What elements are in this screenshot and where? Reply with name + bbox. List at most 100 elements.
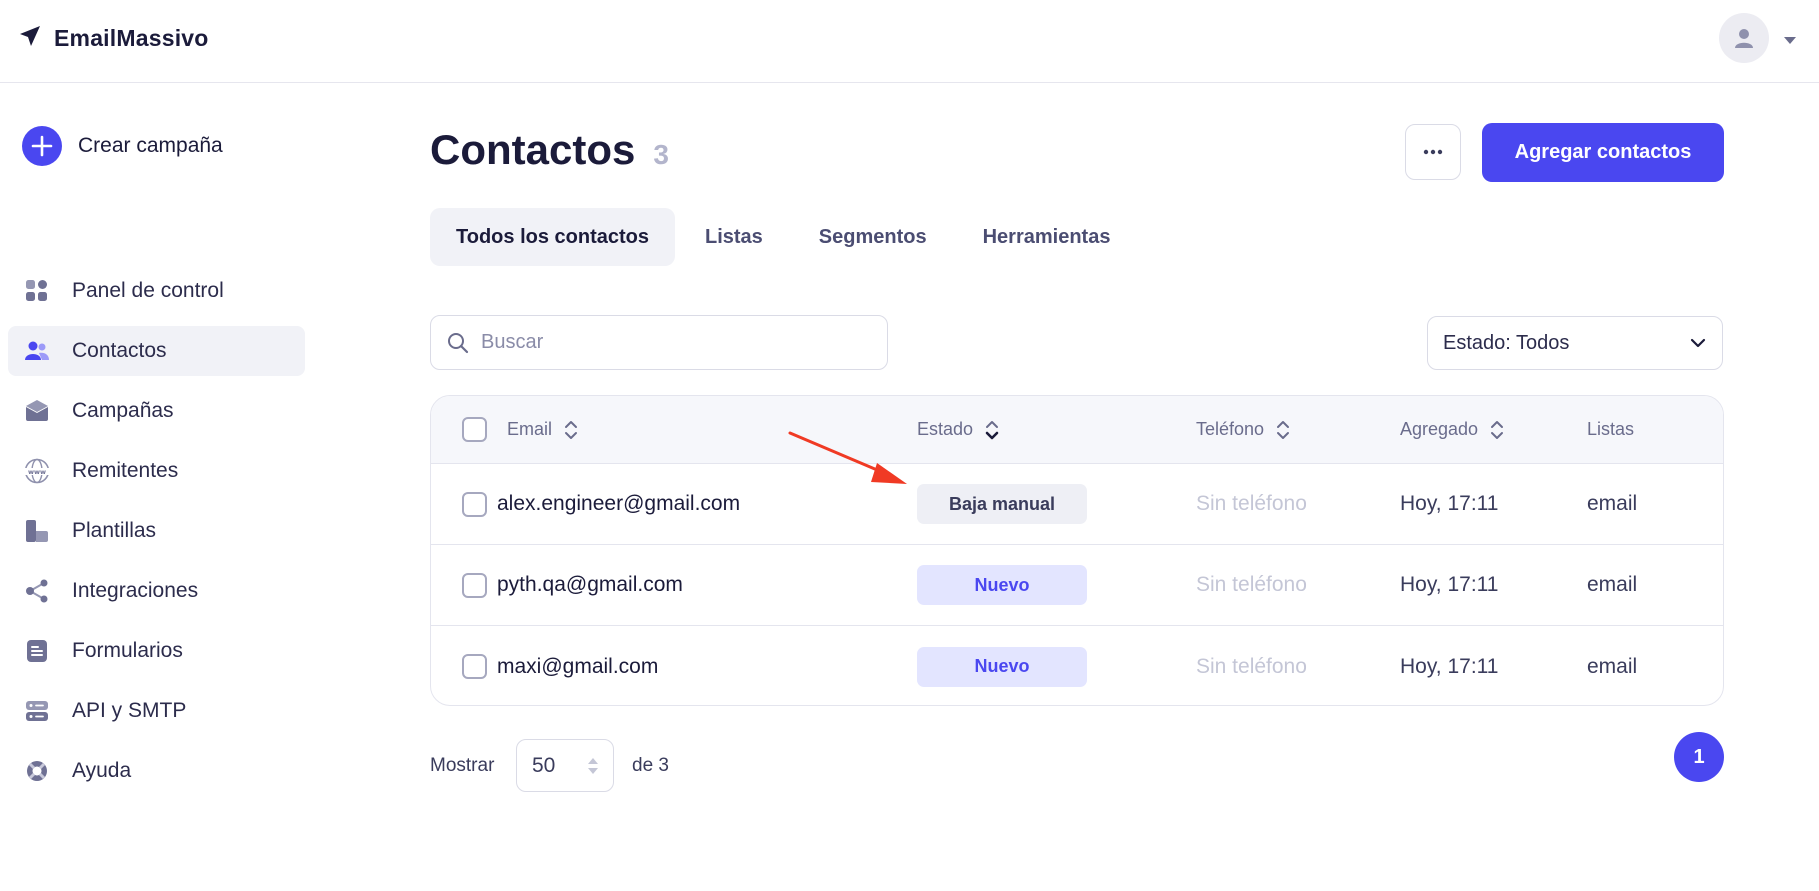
annotation-arrow	[788, 431, 907, 484]
tab-segments[interactable]: Segmentos	[793, 208, 953, 266]
sort-icon	[985, 419, 999, 441]
lists-cell: email	[1587, 626, 1638, 705]
contact-email[interactable]: pyth.qa@gmail.com	[497, 573, 683, 597]
search-input[interactable]	[481, 331, 861, 354]
status-badge: Nuevo	[917, 646, 1087, 687]
column-label: Agregado	[1400, 419, 1479, 439]
added-cell: Hoy, 17:11	[1400, 626, 1498, 705]
select-all-cell	[462, 396, 487, 463]
paper-plane-icon	[18, 24, 42, 53]
column-label: Estado	[917, 419, 974, 439]
stepper-arrows-icon[interactable]	[587, 756, 599, 776]
column-status[interactable]: Estado	[917, 396, 999, 463]
status-cell: Nuevo	[917, 626, 1087, 705]
sidebar-item-api-smtp[interactable]: API y SMTP	[8, 686, 305, 736]
sidebar-item-label: Ayuda	[72, 759, 132, 782]
ellipsis-icon	[1423, 149, 1443, 155]
contact-phone: Sin teléfono	[1196, 492, 1307, 515]
added-cell: Hoy, 17:11	[1400, 545, 1498, 625]
templates-icon	[24, 518, 50, 544]
column-label: Teléfono	[1196, 419, 1265, 439]
create-campaign-label: Crear campaña	[78, 134, 223, 157]
page-heading: Contactos	[430, 126, 636, 173]
tab-lists[interactable]: Listas	[679, 208, 789, 266]
select-all-checkbox[interactable]	[462, 417, 487, 442]
lists-cell: email	[1587, 545, 1637, 625]
contact-phone: Sin teléfono	[1196, 573, 1307, 596]
table-header: Email Estado Teléfono Agregado Listas	[431, 396, 1723, 464]
sidebar-item-contacts[interactable]: Contactos	[8, 326, 305, 376]
email-cell: pyth.qa@gmail.com	[497, 545, 683, 625]
create-campaign-button[interactable]: Crear campaña	[22, 126, 223, 166]
phone-cell: Sin teléfono	[1196, 545, 1307, 625]
dashboard-icon	[24, 278, 50, 304]
sort-icon	[1276, 419, 1290, 441]
sort-icon	[1490, 419, 1504, 441]
per-page-stepper[interactable]: 50	[516, 739, 614, 792]
phone-cell: Sin teléfono	[1196, 464, 1307, 544]
sidebar-item-forms[interactable]: Formularios	[8, 626, 305, 676]
tab-tools[interactable]: Herramientas	[957, 208, 1137, 266]
column-label: Email	[507, 419, 553, 439]
sidebar-item-campaigns[interactable]: Campañas	[8, 386, 305, 436]
column-email[interactable]: Email	[507, 396, 578, 463]
globe-www-icon: www	[24, 458, 50, 484]
column-phone[interactable]: Teléfono	[1196, 396, 1290, 463]
pagination-page-1[interactable]: 1	[1674, 732, 1724, 782]
sidebar-item-label: Integraciones	[72, 579, 199, 602]
sidebar-item-integrations[interactable]: Integraciones	[8, 566, 305, 616]
svg-text:www: www	[28, 468, 46, 476]
status-filter-select[interactable]: Estado: Todos	[1427, 316, 1723, 370]
row-checkbox[interactable]	[462, 572, 487, 598]
chevron-down-icon[interactable]	[1783, 33, 1797, 51]
contact-count-badge: 3	[653, 139, 669, 170]
row-select-cell	[462, 464, 487, 544]
table-row[interactable]: alex.engineer@gmail.com Baja manual Sin …	[431, 464, 1723, 545]
more-options-button[interactable]	[1405, 124, 1461, 180]
sidebar-item-label: Contactos	[72, 339, 167, 362]
contact-email[interactable]: alex.engineer@gmail.com	[497, 492, 740, 516]
tabs: Todos los contactos Listas Segmentos Her…	[430, 208, 1140, 266]
contact-lists: email	[1587, 654, 1638, 678]
column-lists: Listas	[1587, 396, 1634, 463]
contact-lists: email	[1587, 573, 1638, 596]
table-row[interactable]: maxi@gmail.com Nuevo Sin teléfono Hoy, 1…	[431, 626, 1723, 705]
server-icon	[24, 698, 50, 724]
share-nodes-icon	[24, 578, 50, 604]
top-bar: EmailMassivo	[0, 0, 1819, 83]
brand-name: EmailMassivo	[54, 25, 209, 51]
contact-added: Hoy, 17:11	[1400, 492, 1499, 515]
sidebar-item-label: API y SMTP	[72, 699, 187, 722]
sort-icon	[564, 419, 578, 441]
user-icon	[1735, 29, 1753, 48]
column-label: Listas	[1587, 419, 1635, 439]
sidebar-item-help[interactable]: Ayuda	[8, 746, 305, 796]
row-checkbox[interactable]	[462, 654, 487, 679]
users-icon	[24, 338, 50, 364]
chevron-down-icon	[1690, 338, 1706, 348]
contact-email[interactable]: maxi@gmail.com	[497, 655, 658, 679]
sidebar-item-label: Formularios	[72, 639, 183, 662]
add-contacts-button[interactable]: Agregar contactos	[1482, 123, 1724, 182]
brand-logo[interactable]: EmailMassivo	[18, 24, 209, 53]
contact-phone: Sin teléfono	[1196, 654, 1307, 678]
sidebar-item-senders[interactable]: www Remitentes	[8, 446, 305, 496]
envelope-icon	[24, 398, 50, 424]
tab-all-contacts[interactable]: Todos los contactos	[430, 208, 675, 266]
sidebar-nav: Panel de control Contactos Campañas www …	[8, 266, 305, 806]
column-added[interactable]: Agregado	[1400, 396, 1504, 463]
page-title: Contactos 3	[430, 126, 669, 174]
search-icon	[448, 332, 469, 353]
row-select-cell	[462, 626, 487, 705]
row-checkbox[interactable]	[462, 491, 487, 517]
avatar[interactable]	[1719, 13, 1769, 63]
status-badge: Nuevo	[917, 565, 1087, 605]
sidebar-item-templates[interactable]: Plantillas	[8, 506, 305, 556]
email-cell: maxi@gmail.com	[497, 626, 658, 705]
search-box[interactable]	[430, 315, 888, 370]
sidebar-item-dashboard[interactable]: Panel de control	[8, 266, 305, 316]
show-label: Mostrar	[430, 755, 495, 776]
sidebar-item-label: Remitentes	[72, 459, 179, 482]
contact-lists: email	[1587, 492, 1638, 515]
table-row[interactable]: pyth.qa@gmail.com Nuevo Sin teléfono Hoy…	[431, 545, 1723, 626]
